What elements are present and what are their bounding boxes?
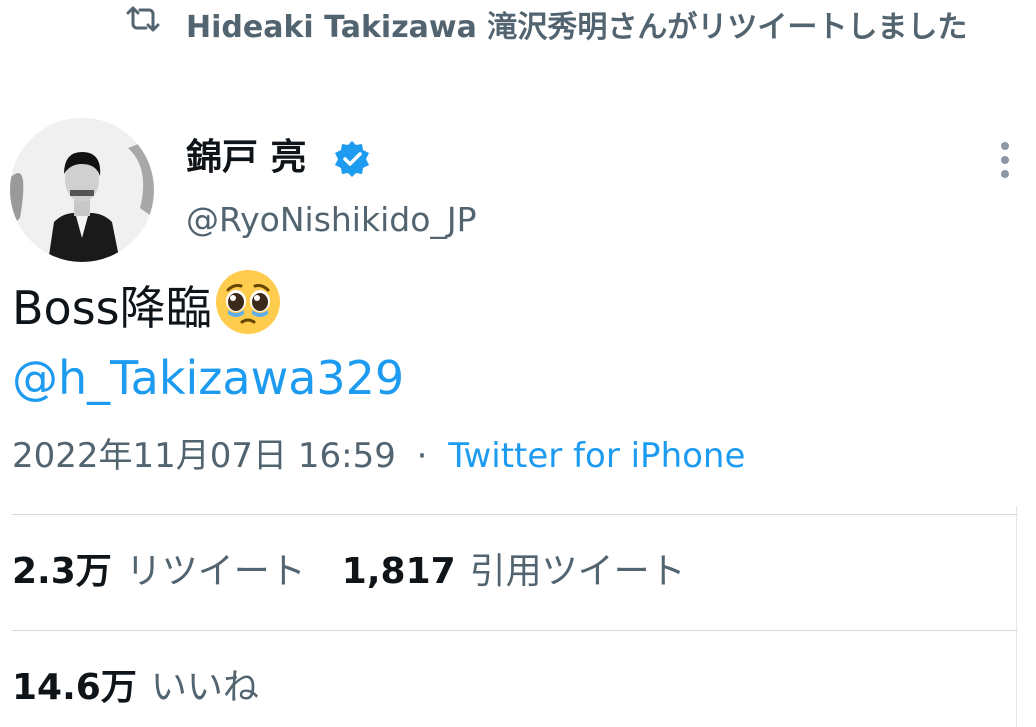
panel-edge — [1016, 506, 1017, 727]
pleading-face-emoji-icon — [215, 270, 280, 334]
more-options-icon[interactable] — [988, 138, 1022, 182]
author-handle[interactable]: @RyoNishikido_JP — [186, 198, 477, 242]
divider — [12, 630, 1018, 631]
engagement-stats-row: 2.3万 リツイート 1,817 引用ツイート — [12, 544, 686, 600]
likes-stat[interactable]: 14.6万 いいね — [12, 667, 259, 708]
quotes-count: 1,817 — [341, 551, 456, 592]
retweet-banner[interactable]: Hideaki Takizawa 滝沢秀明さんがリツイートしました — [126, 0, 1036, 100]
likes-count: 14.6万 — [12, 667, 137, 708]
meta-separator: · — [416, 436, 428, 476]
retweets-label: リツイート — [125, 551, 306, 592]
retweets-count: 2.3万 — [12, 551, 112, 592]
avatar[interactable] — [10, 118, 154, 262]
retweets-stat[interactable]: 2.3万 リツイート — [12, 551, 306, 592]
likes-label: いいね — [150, 667, 259, 708]
tweet-body: Boss降臨 — [12, 268, 282, 340]
likes-stats-row: 14.6万 いいね — [12, 660, 259, 716]
quotes-stat[interactable]: 1,817 引用ツイート — [342, 551, 686, 592]
retweet-icon — [126, 6, 160, 32]
timestamp[interactable]: 2022年11月07日 16:59 — [12, 436, 396, 476]
divider — [12, 514, 1018, 515]
avatar-photo — [10, 118, 154, 262]
quotes-label: 引用ツイート — [469, 551, 686, 592]
source-link[interactable]: Twitter for iPhone — [448, 436, 745, 476]
mention-link[interactable]: @h_Takizawa329 — [12, 346, 404, 410]
verified-badge-icon — [335, 141, 369, 177]
retweeted-by-label[interactable]: Hideaki Takizawa 滝沢秀明さんがリツイートしました — [186, 6, 1036, 96]
tweet-text: Boss降臨 — [12, 281, 212, 335]
author-display-name[interactable]: 錦戸 亮 — [186, 136, 307, 180]
tweet-meta: 2022年11月07日 16:59 · Twitter for iPhone — [12, 432, 745, 480]
